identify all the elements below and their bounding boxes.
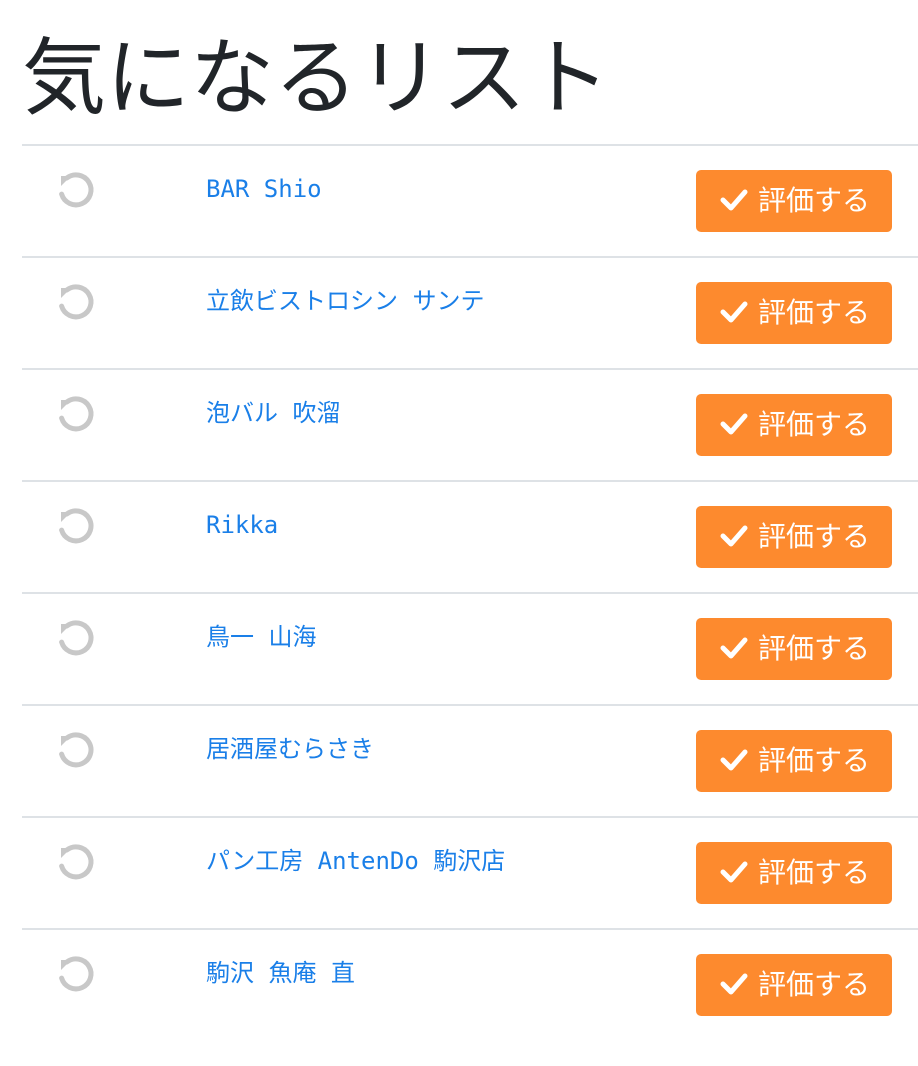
undo-icon[interactable] [55, 169, 97, 211]
rate-button[interactable]: 評価する [696, 282, 892, 344]
undo-icon[interactable] [55, 841, 97, 883]
check-icon [720, 282, 748, 344]
shop-name-link[interactable]: 泡バル 吹溜 [206, 396, 340, 430]
rate-button-label: 評価する [758, 520, 871, 553]
undo-icon[interactable] [55, 281, 97, 323]
undo-icon[interactable] [55, 617, 97, 659]
undo-icon[interactable] [55, 393, 97, 435]
rate-button-label: 評価する [758, 408, 871, 441]
check-icon [720, 954, 748, 1016]
shop-name-link[interactable]: パン工房 AntenDo 駒沢店 [206, 844, 505, 878]
page-title: 気になるリスト [22, 29, 611, 127]
check-icon [720, 618, 748, 680]
check-icon [720, 842, 748, 904]
watch-list: BAR Shio 評価する 立飲ビストロシン サンテ 評価する 泡バル 吹溜 評… [22, 144, 918, 1040]
list-item: 鳥一 山海 評価する [22, 592, 918, 704]
shop-name-link[interactable]: 居酒屋むらさき [206, 732, 374, 766]
list-item: 居酒屋むらさき 評価する [22, 704, 918, 816]
check-icon [720, 730, 748, 792]
rate-button[interactable]: 評価する [696, 394, 892, 456]
undo-icon[interactable] [55, 729, 97, 771]
check-icon [720, 506, 748, 568]
rate-button-label: 評価する [758, 296, 871, 329]
check-icon [720, 394, 748, 456]
rate-button[interactable]: 評価する [696, 730, 892, 792]
rate-button[interactable]: 評価する [696, 842, 892, 904]
rate-button[interactable]: 評価する [696, 618, 892, 680]
shop-name-link[interactable]: 立飲ビストロシン サンテ [206, 284, 484, 318]
list-item: Rikka 評価する [22, 480, 918, 592]
undo-icon[interactable] [55, 953, 97, 995]
list-item: パン工房 AntenDo 駒沢店 評価する [22, 816, 918, 928]
rate-button-label: 評価する [758, 744, 871, 777]
rate-button-label: 評価する [758, 184, 871, 217]
list-item: BAR Shio 評価する [22, 144, 918, 256]
shop-name-link[interactable]: BAR Shio [206, 172, 322, 206]
list-item: 駒沢 魚庵 直 評価する [22, 928, 918, 1040]
check-icon [720, 170, 748, 232]
shop-name-link[interactable]: 駒沢 魚庵 直 [206, 956, 355, 990]
rate-button-label: 評価する [758, 968, 871, 1001]
rate-button[interactable]: 評価する [696, 954, 892, 1016]
rate-button[interactable]: 評価する [696, 170, 892, 232]
list-item: 立飲ビストロシン サンテ 評価する [22, 256, 918, 368]
shop-name-link[interactable]: 鳥一 山海 [206, 620, 316, 654]
list-item: 泡バル 吹溜 評価する [22, 368, 918, 480]
rate-button[interactable]: 評価する [696, 506, 892, 568]
rate-button-label: 評価する [758, 632, 871, 665]
shop-name-link[interactable]: Rikka [206, 508, 278, 542]
rate-button-label: 評価する [758, 856, 871, 889]
undo-icon[interactable] [55, 505, 97, 547]
